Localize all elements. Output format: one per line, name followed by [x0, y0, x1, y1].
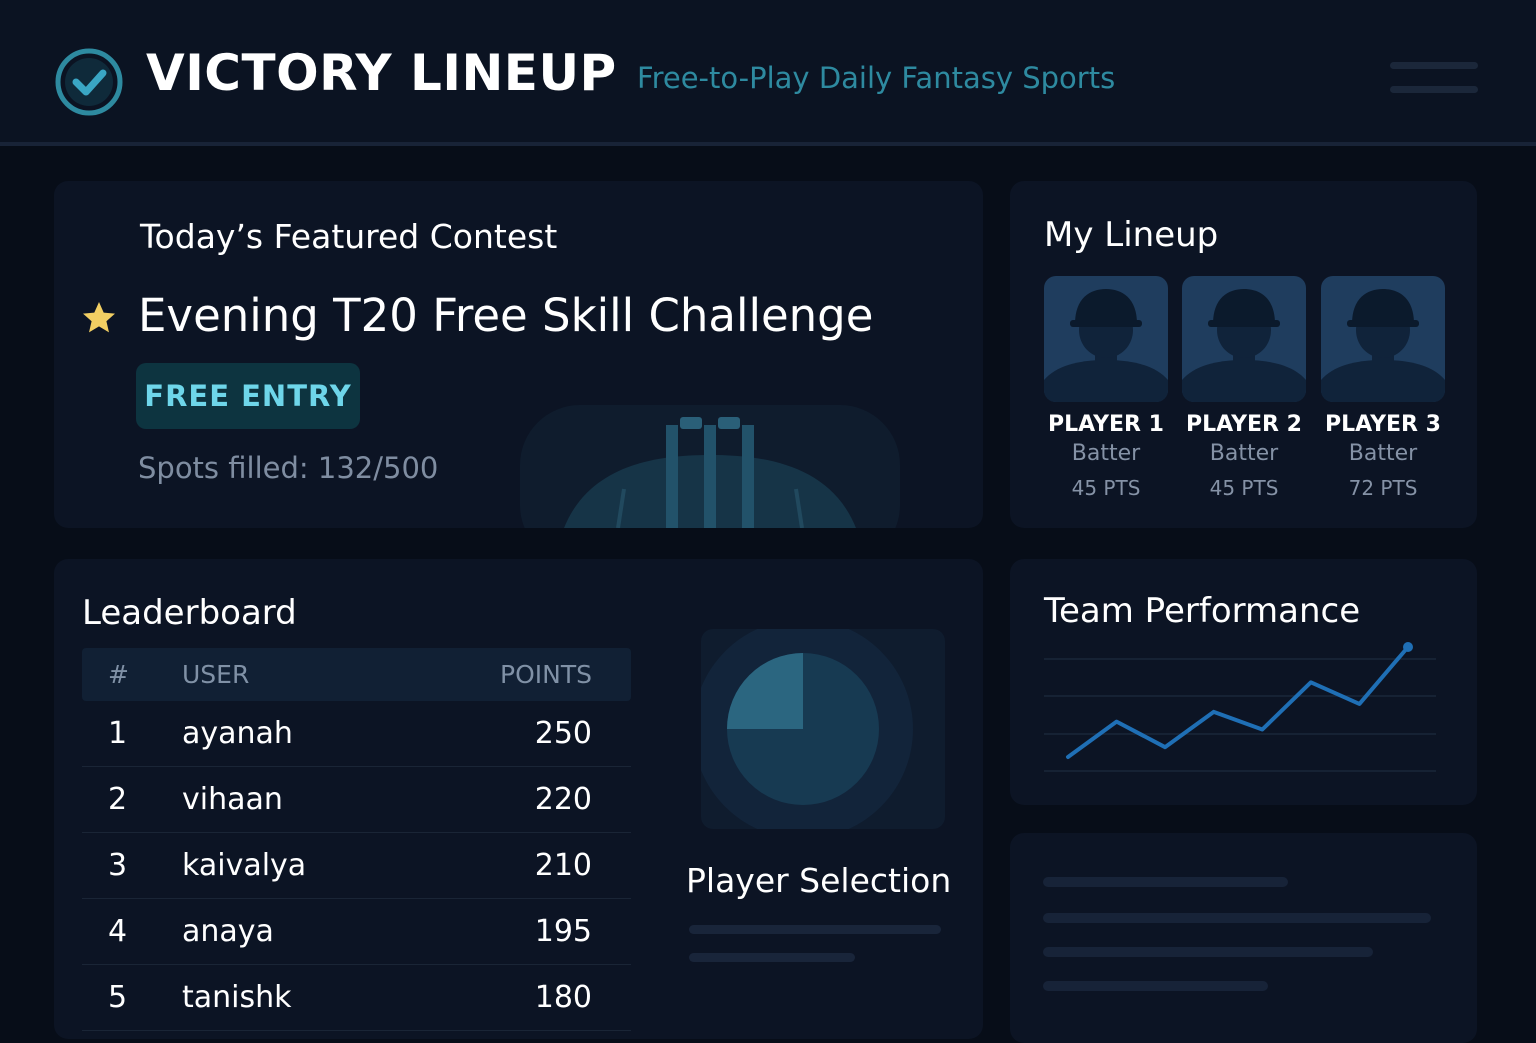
player-avatar: [1182, 276, 1306, 402]
row-user: ayanah: [182, 716, 293, 751]
placeholder-card: [1010, 833, 1477, 1043]
row-user: tanishk: [182, 980, 292, 1015]
leaderboard-card: Leaderboard # USER POINTS 1 ayanah 250 2…: [54, 559, 983, 1039]
table-row[interactable]: 2 vihaan 220: [82, 767, 631, 833]
row-rank: 4: [108, 914, 128, 949]
row-user: anaya: [182, 914, 274, 949]
player-avatar: [1044, 276, 1168, 402]
table-header: # USER POINTS: [82, 648, 631, 701]
leaderboard-table: # USER POINTS 1 ayanah 250 2 vihaan 220 …: [82, 648, 631, 1031]
placeholder-line: [689, 953, 855, 962]
check-circle-icon[interactable]: [54, 47, 124, 117]
table-row[interactable]: 5 tanishk 180: [82, 965, 631, 1031]
cricket-stadium-illustration: [520, 405, 900, 528]
player-selection-chart[interactable]: [701, 629, 945, 829]
pie-chart: [701, 629, 913, 829]
placeholder-line: [1043, 947, 1373, 957]
menu-line: [1390, 86, 1478, 93]
row-points: 220: [534, 782, 592, 817]
player-points: 45 PTS: [1071, 476, 1141, 500]
performance-endpoint: [1403, 642, 1413, 652]
player-role: Batter: [1348, 441, 1418, 466]
player-role: Batter: [1209, 441, 1279, 466]
performance-series-line: [1066, 645, 1410, 759]
player-name: PLAYER 2: [1186, 412, 1302, 437]
row-points: 250: [534, 716, 592, 751]
placeholder-line: [1043, 981, 1268, 991]
player-silhouette-icon: [1044, 289, 1168, 402]
row-user: kaivalya: [182, 848, 307, 883]
column-rank[interactable]: #: [82, 660, 182, 689]
player-avatar: [1321, 276, 1445, 402]
row-points: 180: [534, 980, 592, 1015]
featured-label: Today’s Featured Contest: [140, 217, 558, 256]
player-name: PLAYER 1: [1048, 412, 1164, 437]
player-silhouette-icon: [1321, 289, 1445, 402]
player-name: PLAYER 3: [1325, 412, 1441, 437]
player-points: 45 PTS: [1209, 476, 1279, 500]
column-user[interactable]: USER: [182, 660, 472, 689]
free-entry-button[interactable]: FREE ENTRY: [136, 363, 360, 429]
featured-contest-card[interactable]: Today’s Featured Contest Evening T20 Fre…: [54, 181, 983, 528]
row-rank: 1: [108, 716, 128, 751]
placeholder-line: [1043, 913, 1431, 923]
placeholder-line: [1043, 877, 1288, 887]
hamburger-menu-icon[interactable]: [1386, 56, 1482, 100]
player-selection-title: Player Selection: [686, 861, 952, 900]
player-card[interactable]: PLAYER 1 Batter 45 PTS: [1044, 276, 1168, 500]
row-user: vihaan: [182, 782, 283, 817]
player-card[interactable]: PLAYER 3 Batter 72 PTS: [1321, 276, 1445, 500]
brand-title[interactable]: VICTORY LINEUP: [146, 44, 617, 102]
row-points: 210: [534, 848, 592, 883]
lineup-title: My Lineup: [1044, 215, 1219, 255]
row-rank: 2: [108, 782, 128, 817]
leaderboard-title: Leaderboard: [82, 593, 297, 633]
spots-filled: Spots filled: 132/500: [138, 451, 439, 485]
player-points: 72 PTS: [1348, 476, 1418, 500]
star-icon: [83, 302, 115, 333]
row-rank: 3: [108, 848, 128, 883]
app-header: VICTORY LINEUP Free-to-Play Daily Fantas…: [0, 0, 1536, 146]
performance-line-chart: [1044, 642, 1436, 772]
table-row[interactable]: 3 kaivalya 210: [82, 833, 631, 899]
player-role: Batter: [1071, 441, 1141, 466]
team-performance-card: Team Performance: [1010, 559, 1477, 805]
brand-tagline: Free-to-Play Daily Fantasy Sports: [637, 61, 1116, 95]
column-points[interactable]: POINTS: [472, 660, 592, 689]
row-points: 195: [534, 914, 592, 949]
my-lineup-card: My Lineup PLAYER 1 Batter 45 PTS PLAYER …: [1010, 181, 1477, 528]
row-rank: 5: [108, 980, 128, 1015]
contest-name[interactable]: Evening T20 Free Skill Challenge: [138, 289, 873, 342]
placeholder-line: [689, 925, 941, 934]
table-row[interactable]: 4 anaya 195: [82, 899, 631, 965]
player-card[interactable]: PLAYER 2 Batter 45 PTS: [1182, 276, 1306, 500]
menu-line: [1390, 62, 1478, 69]
table-row[interactable]: 1 ayanah 250: [82, 701, 631, 767]
player-silhouette-icon: [1182, 289, 1306, 402]
